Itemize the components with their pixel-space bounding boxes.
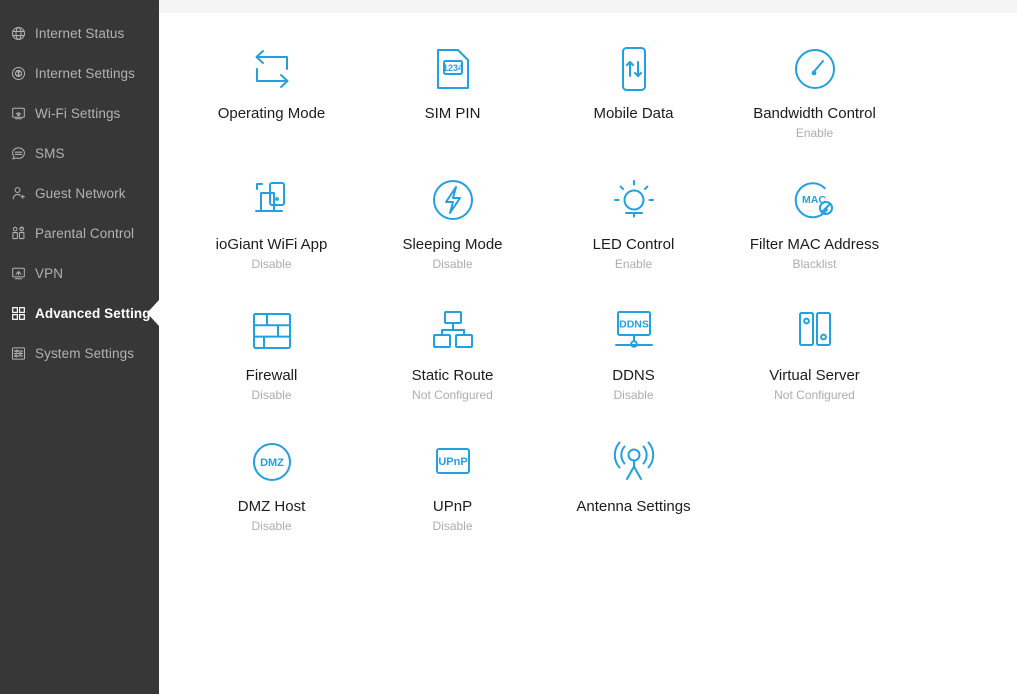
active-indicator-caret <box>147 300 159 326</box>
bolt-circle-icon <box>429 173 477 227</box>
sidebar-item-label: Advanced Settings <box>35 305 159 321</box>
tile-label: SIM PIN <box>424 105 481 122</box>
tile-firewall[interactable]: Firewall Disable <box>181 304 362 435</box>
tile-label: Virtual Server <box>769 367 860 384</box>
tile-label: Antenna Settings <box>576 498 691 515</box>
ddns-monitor-icon: DDNS <box>610 304 658 358</box>
sidebar-item-label: VPN <box>35 265 64 281</box>
tile-label: Operating Mode <box>217 105 326 122</box>
tile-label: UPnP <box>432 498 473 515</box>
svg-text:DMZ: DMZ <box>260 457 284 469</box>
globe-gear-icon <box>10 65 26 81</box>
svg-text:UPnP: UPnP <box>438 456 467 468</box>
tile-led-control[interactable]: LED Control Enable <box>543 173 724 304</box>
tile-ddns[interactable]: DDNS DDNS Disable <box>543 304 724 435</box>
tile-label: Static Route <box>411 367 494 384</box>
parental-people-icon <box>10 225 26 241</box>
svg-text:MAC: MAC <box>802 194 826 206</box>
sidebar-item-parental-control[interactable]: Parental Control <box>0 213 159 253</box>
grid-squares-icon <box>10 305 26 321</box>
sidebar-item-label: System Settings <box>35 345 135 361</box>
tile-status: Disable <box>613 388 654 402</box>
tile-label: LED Control <box>592 236 675 253</box>
tile-label: Bandwidth Control <box>753 105 876 122</box>
loop-arrows-icon <box>247 42 297 96</box>
vpn-monitor-icon <box>10 265 26 281</box>
tile-status: Blacklist <box>792 257 837 271</box>
mac-block-icon: MAC <box>791 173 839 227</box>
sidebar-item-label: Wi-Fi Settings <box>35 105 121 121</box>
tile-static-route[interactable]: Static Route Not Configured <box>362 304 543 435</box>
tile-status: Disable <box>251 257 292 271</box>
mobile-data-icon <box>615 42 653 96</box>
svg-text:1234: 1234 <box>442 63 462 73</box>
tile-label: DDNS <box>612 367 655 384</box>
tile-mobile-data[interactable]: Mobile Data <box>543 42 724 173</box>
gauge-icon <box>791 42 839 96</box>
sidebar-item-label: SMS <box>35 145 65 161</box>
tile-status: Enable <box>795 126 834 140</box>
sidebar-item-internet-status[interactable]: Internet Status <box>0 13 159 53</box>
tile-sim-pin[interactable]: 1234 SIM PIN <box>362 42 543 173</box>
sidebar-item-label: Internet Status <box>35 25 125 41</box>
tile-label: Mobile Data <box>593 105 674 122</box>
tile-status: Disable <box>251 388 292 402</box>
tile-status: Disable <box>251 519 292 533</box>
router-admin-page: Internet Status Internet Settings Wi-Fi Se… <box>0 0 1017 694</box>
tile-status: Disable <box>432 257 473 271</box>
svg-text:DDNS: DDNS <box>619 319 649 331</box>
sim-card-1234-icon: 1234 <box>430 42 476 96</box>
message-icon <box>10 145 26 161</box>
sidebar-item-system-settings[interactable]: System Settings <box>0 333 159 373</box>
tile-status: Enable <box>614 257 653 271</box>
laptop-phone-icon <box>248 173 296 227</box>
tile-label: Firewall <box>245 367 298 384</box>
upnp-box-icon: UPnP <box>431 435 475 489</box>
tile-dmz-host[interactable]: DMZ DMZ Host Disable <box>181 435 362 566</box>
sliders-icon <box>10 345 26 361</box>
sidebar-item-advanced-settings[interactable]: Advanced Settings <box>0 293 159 333</box>
tile-label: ioGiant WiFi App <box>215 236 328 253</box>
antenna-icon <box>609 435 659 489</box>
wifi-monitor-icon <box>10 105 26 121</box>
advanced-settings-grid: Operating Mode 1234 SIM PIN Mobile Data B… <box>159 13 1017 566</box>
sidebar-item-internet-settings[interactable]: Internet Settings <box>0 53 159 93</box>
tile-status: Not Configured <box>774 388 855 402</box>
sidebar-item-vpn[interactable]: VPN <box>0 253 159 293</box>
brick-wall-icon <box>249 304 295 358</box>
tile-filter-mac-address[interactable]: MAC Filter MAC Address Blacklist <box>724 173 905 304</box>
sidebar: Internet Status Internet Settings Wi-Fi Se… <box>0 0 159 694</box>
tile-status: Disable <box>432 519 473 533</box>
sidebar-item-label: Guest Network <box>35 185 126 201</box>
sidebar-item-guest-network[interactable]: Guest Network <box>0 173 159 213</box>
sidebar-item-sms[interactable]: SMS <box>0 133 159 173</box>
tile-label: DMZ Host <box>237 498 306 515</box>
main-content: Operating Mode 1234 SIM PIN Mobile Data B… <box>159 0 1017 694</box>
tile-upnp[interactable]: UPnP UPnP Disable <box>362 435 543 566</box>
tile-antenna-settings[interactable]: Antenna Settings <box>543 435 724 566</box>
sidebar-item-wi-fi-settings[interactable]: Wi-Fi Settings <box>0 93 159 133</box>
tile-bandwidth-control[interactable]: Bandwidth Control Enable <box>724 42 905 173</box>
tile-label: Sleeping Mode <box>402 236 503 253</box>
network-tree-icon <box>429 304 477 358</box>
tile-sleeping-mode[interactable]: Sleeping Mode Disable <box>362 173 543 304</box>
guest-user-icon <box>10 185 26 201</box>
content-topbar <box>159 0 1017 13</box>
tile-status: Not Configured <box>412 388 493 402</box>
tile-virtual-server[interactable]: Virtual Server Not Configured <box>724 304 905 435</box>
sidebar-item-label: Internet Settings <box>35 65 136 81</box>
tile-operating-mode[interactable]: Operating Mode <box>181 42 362 173</box>
dmz-circle-icon: DMZ <box>248 435 296 489</box>
tile-label: Filter MAC Address <box>749 236 880 253</box>
tile-iogiant-wifi-app[interactable]: ioGiant WiFi App Disable <box>181 173 362 304</box>
led-bulb-icon <box>610 173 658 227</box>
sidebar-item-label: Parental Control <box>35 225 135 241</box>
server-racks-icon <box>793 304 837 358</box>
globe-icon <box>10 25 26 41</box>
